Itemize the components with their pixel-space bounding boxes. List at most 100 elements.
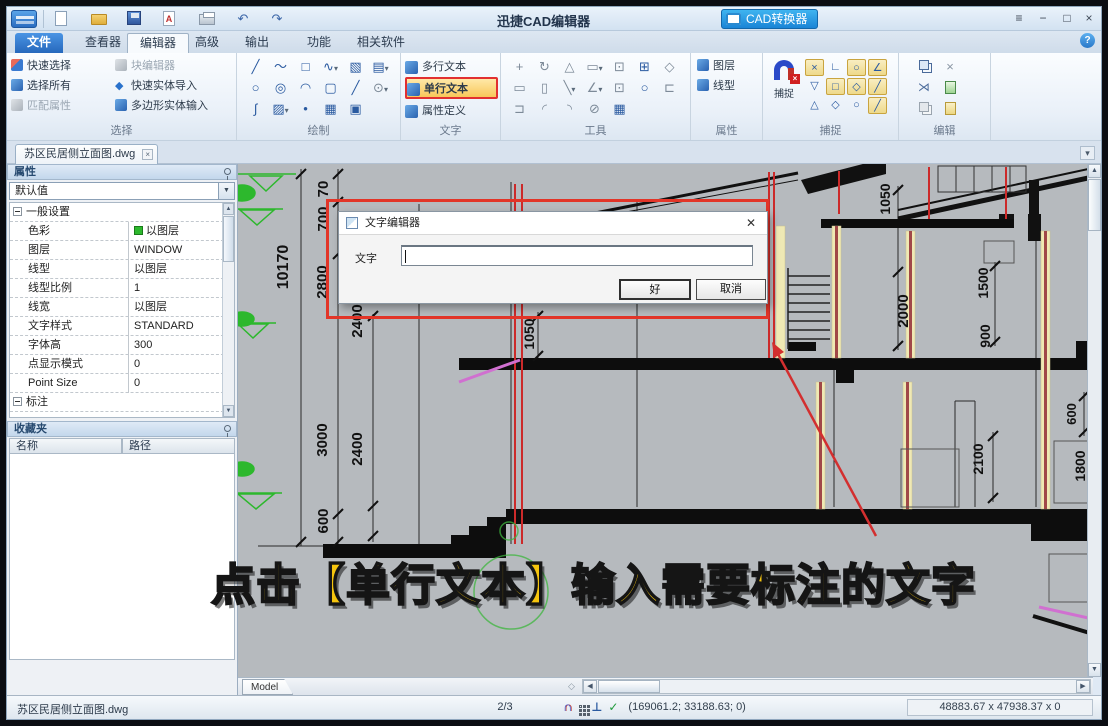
align-tool-icon[interactable]: ◇ bbox=[657, 57, 682, 78]
draft-check-icon[interactable]: ✓ bbox=[608, 700, 618, 714]
block-dropdown-icon[interactable]: ▤▾ bbox=[368, 57, 393, 78]
favorites-col-name[interactable]: 名称 bbox=[9, 438, 122, 454]
copy-button[interactable] bbox=[911, 57, 937, 78]
dialog-title-bar[interactable]: 文字编辑器 ✕ bbox=[339, 212, 767, 235]
model-tab[interactable]: Model bbox=[242, 679, 293, 695]
divide-tool-icon[interactable]: ⊘ bbox=[582, 99, 607, 120]
snap-center-icon[interactable]: ○ bbox=[847, 59, 866, 76]
multiline-text-button[interactable]: 多行文本 bbox=[405, 56, 498, 76]
property-row-color[interactable]: 色彩 以图层 bbox=[10, 222, 234, 241]
snap-apparent-icon[interactable]: △ bbox=[805, 97, 824, 114]
snap-nearest-icon[interactable]: ∠ bbox=[868, 59, 887, 76]
join-tool-icon[interactable]: ⊐ bbox=[507, 99, 532, 120]
property-grid-scrollbar[interactable]: ▲ ▼ bbox=[222, 203, 234, 417]
print-icon[interactable] bbox=[199, 11, 217, 27]
undo-icon[interactable]: ↶ bbox=[235, 11, 251, 27]
text-input[interactable] bbox=[401, 245, 753, 266]
match-tool-icon[interactable]: ⊡ bbox=[607, 78, 632, 99]
rotate-tool-icon[interactable]: ↻ bbox=[532, 57, 557, 78]
property-group-general[interactable]: 一般设置 bbox=[10, 203, 234, 222]
ok-button[interactable]: 好 bbox=[619, 279, 691, 300]
open-folder-icon[interactable] bbox=[91, 11, 109, 27]
scrollbar-thumb[interactable] bbox=[223, 216, 234, 262]
linetype-button[interactable]: 线型 bbox=[691, 76, 762, 96]
chamfer-tool-icon[interactable]: ◝ bbox=[557, 99, 582, 120]
fillet-tool-icon[interactable]: ◜ bbox=[532, 99, 557, 120]
delete-button[interactable]: × bbox=[937, 57, 963, 78]
property-row-lineweight[interactable]: 线宽 以图层 bbox=[10, 298, 234, 317]
snap-endpoint-icon[interactable]: ╱ bbox=[868, 97, 887, 114]
mirror-tool-icon[interactable]: ▯ bbox=[532, 78, 557, 99]
new-file-icon[interactable] bbox=[55, 11, 73, 27]
tab-editor[interactable]: 编辑器 bbox=[127, 33, 190, 53]
tab-viewer[interactable]: 查看器 bbox=[73, 33, 133, 53]
save-icon[interactable] bbox=[127, 11, 145, 27]
offset-tool-icon[interactable]: ▭ bbox=[507, 78, 532, 99]
scroll-right-icon[interactable]: ▶ bbox=[1076, 680, 1090, 693]
polyline-dropdown-icon[interactable]: ∿▾ bbox=[318, 57, 343, 78]
favorites-col-path[interactable]: 路径 bbox=[122, 438, 235, 454]
move-tool-icon[interactable]: + bbox=[507, 57, 532, 78]
region-tool-icon[interactable]: ▦ bbox=[607, 99, 632, 120]
scroll-up-icon[interactable]: ▲ bbox=[1088, 164, 1101, 178]
revision-cloud-icon[interactable]: ▢ bbox=[318, 78, 343, 99]
property-row-textheight[interactable]: 字体高 300 bbox=[10, 336, 234, 355]
property-row-layer[interactable]: 图层 WINDOW bbox=[10, 241, 234, 260]
cancel-button[interactable]: 取消 bbox=[696, 279, 766, 300]
properties-panel-header[interactable]: 属性 bbox=[7, 164, 237, 180]
circle-tool-icon[interactable]: ○ bbox=[243, 78, 268, 99]
spray-tool-icon[interactable]: ⊙▾ bbox=[368, 78, 393, 99]
scroll-left-icon[interactable]: ◀ bbox=[583, 680, 597, 693]
tab-file[interactable]: 文件 bbox=[15, 33, 64, 53]
favorites-list[interactable] bbox=[9, 454, 235, 660]
snap-tangent-icon[interactable]: ○ bbox=[847, 97, 866, 114]
table-tool-icon[interactable]: ▣ bbox=[343, 99, 368, 120]
scrollbar-thumb[interactable] bbox=[1088, 179, 1101, 231]
snap-magnet-icon[interactable]: ∩ bbox=[563, 699, 572, 714]
window-menu-icon[interactable]: ≡ bbox=[1009, 11, 1029, 27]
redo-icon[interactable]: ↷ bbox=[269, 11, 285, 27]
scroll-down-icon[interactable]: ▼ bbox=[223, 405, 234, 417]
pdf-export-icon[interactable]: A bbox=[163, 11, 181, 27]
snap-quadrant-icon[interactable]: ◇ bbox=[826, 97, 845, 114]
point-tool-icon[interactable]: • bbox=[293, 99, 318, 120]
measure-tool-icon[interactable]: ∠▾ bbox=[582, 78, 607, 99]
leader-tool-icon[interactable]: ╱ bbox=[343, 78, 368, 99]
property-row-pointmode[interactable]: 点显示模式 0 bbox=[10, 355, 234, 374]
tab-function[interactable]: 功能 bbox=[295, 33, 343, 53]
pin-icon[interactable] bbox=[224, 168, 231, 180]
scroll-up-icon[interactable]: ▲ bbox=[223, 203, 234, 215]
property-row-ltscale[interactable]: 线型比例 1 bbox=[10, 279, 234, 298]
tab-advanced[interactable]: 高级 bbox=[183, 33, 231, 53]
collapse-icon[interactable] bbox=[13, 397, 22, 406]
copy-with-base-button[interactable] bbox=[911, 99, 937, 120]
cut-button[interactable]: ⋊ bbox=[911, 78, 937, 99]
block-tool-icon[interactable]: ▧ bbox=[343, 57, 368, 78]
horizontal-scrollbar[interactable]: ◀ ▶ bbox=[582, 679, 1091, 694]
paste-special-button[interactable] bbox=[937, 99, 963, 120]
block-editor-button[interactable]: 块编辑器 bbox=[115, 56, 237, 76]
chevron-down-icon[interactable]: ▼ bbox=[218, 183, 234, 199]
maximize-button[interactable]: □ bbox=[1057, 11, 1077, 27]
quick-entity-import-button[interactable]: ◆ 快速实体导入 bbox=[115, 76, 237, 96]
match-properties-button[interactable]: 匹配属性 bbox=[11, 96, 115, 116]
snap-midpoint-icon[interactable]: □ bbox=[826, 78, 845, 95]
link-tool-icon[interactable]: ⊡ bbox=[607, 57, 632, 78]
tab-output[interactable]: 输出 bbox=[233, 33, 281, 53]
snap-perpendicular-icon[interactable]: ∟ bbox=[826, 59, 845, 76]
ellipse-tool-icon[interactable]: ◎ bbox=[268, 78, 293, 99]
break-tool-icon[interactable]: ⊏ bbox=[657, 78, 682, 99]
trim-tool-icon[interactable]: ╲▾ bbox=[557, 78, 582, 99]
preset-dropdown[interactable]: 默认值 ▼ bbox=[9, 182, 235, 200]
polygon-entity-input-button[interactable]: 多边形实体输入 bbox=[115, 96, 237, 116]
property-row-textstyle[interactable]: 文字样式 STANDARD bbox=[10, 317, 234, 336]
select-all-button[interactable]: 选择所有 bbox=[11, 76, 115, 96]
minimize-button[interactable]: − bbox=[1033, 11, 1053, 27]
attribute-define-button[interactable]: 属性定义 bbox=[405, 100, 498, 120]
snap-parallel-icon[interactable]: ╱ bbox=[868, 78, 887, 95]
scale-tool-icon[interactable]: △ bbox=[557, 57, 582, 78]
scrollbar-thumb[interactable] bbox=[598, 680, 660, 693]
dialog-close-icon[interactable]: ✕ bbox=[743, 215, 759, 231]
close-button[interactable]: × bbox=[1079, 11, 1099, 27]
image-tool-icon[interactable]: ▦ bbox=[318, 99, 343, 120]
